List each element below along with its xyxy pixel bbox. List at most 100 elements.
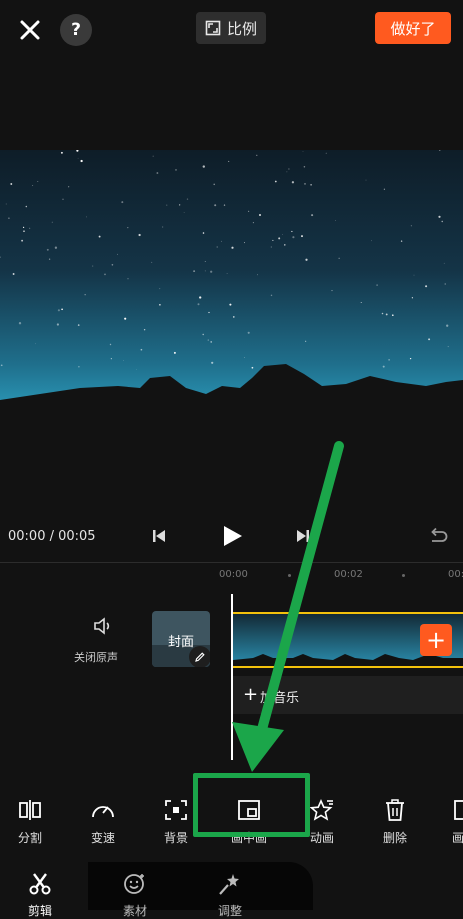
star: [301, 235, 303, 238]
star: [413, 274, 415, 276]
star: [186, 198, 189, 200]
mute-original-label: 关闭原声: [74, 651, 118, 664]
help-icon: ?: [71, 20, 81, 40]
star: [25, 205, 28, 208]
next-button[interactable]: [294, 527, 312, 549]
split-icon: [19, 800, 41, 820]
star: [85, 216, 87, 218]
star: [48, 258, 51, 260]
star: [127, 227, 129, 229]
close-button[interactable]: [14, 14, 46, 46]
star: [207, 339, 209, 341]
star: [23, 230, 25, 232]
star: [202, 165, 205, 168]
playhead[interactable]: [231, 594, 233, 760]
star: [80, 159, 83, 163]
play-button[interactable]: [220, 524, 244, 552]
tool-delete[interactable]: 删除: [365, 797, 425, 846]
star: [10, 183, 13, 185]
time-display: 00:00 / 00:05: [8, 529, 96, 544]
star: [35, 343, 37, 345]
star: [360, 302, 362, 303]
done-button[interactable]: 做好了: [375, 12, 451, 44]
star: [32, 185, 34, 186]
edit-cover-button[interactable]: [189, 646, 210, 667]
star: [278, 237, 281, 240]
star: [37, 181, 39, 183]
star: [210, 270, 213, 273]
star: [46, 248, 49, 251]
star: [173, 351, 176, 354]
video-preview[interactable]: [0, 150, 463, 418]
star: [292, 236, 295, 239]
nav-adjust[interactable]: 调整: [200, 872, 260, 919]
star: [244, 242, 245, 244]
nav-sticker[interactable]: 素材: [105, 872, 165, 919]
star: [223, 204, 226, 206]
cover-thumbnail[interactable]: 封面: [152, 611, 210, 667]
star: [391, 314, 394, 317]
star: [302, 151, 304, 153]
ratio-icon: [205, 20, 221, 36]
tool-label: 删除: [382, 831, 407, 845]
speed-icon: [92, 806, 114, 818]
star: [247, 331, 250, 334]
star: [183, 212, 185, 213]
star: [441, 220, 443, 223]
star: [78, 366, 80, 368]
star: [152, 155, 154, 157]
tool-label: 分割: [17, 831, 42, 845]
star: [159, 288, 161, 290]
ruler-tick-dot: [288, 574, 291, 577]
speaker-icon: [94, 617, 110, 635]
tool-speed[interactable]: 变速: [73, 797, 133, 846]
tool-split[interactable]: 分割: [0, 797, 60, 846]
star: [270, 294, 273, 297]
nav-label: 调整: [217, 904, 242, 918]
star: [57, 309, 60, 312]
add-clip-button[interactable]: +: [420, 624, 452, 656]
star: [303, 166, 306, 168]
animation-icon: [309, 799, 333, 821]
tool-label: 画面: [451, 831, 463, 845]
star: [135, 369, 137, 371]
nav-label: 素材: [122, 904, 147, 918]
star: [325, 152, 327, 154]
star: [446, 324, 449, 327]
star: [159, 304, 161, 306]
star: [98, 235, 101, 238]
star: [121, 201, 124, 204]
star: [8, 217, 10, 220]
star: [143, 328, 146, 331]
undo-icon: [431, 527, 448, 542]
star: [197, 303, 200, 306]
star: [56, 323, 60, 326]
star: [247, 210, 250, 213]
ratio-button[interactable]: 比例: [196, 12, 266, 44]
nav-edit[interactable]: 剪辑: [10, 872, 70, 919]
star: [210, 341, 213, 343]
star: [251, 366, 254, 369]
plus-icon: +: [243, 684, 259, 705]
star: [335, 220, 336, 221]
previous-button[interactable]: [150, 527, 168, 549]
star: [193, 270, 196, 272]
star: [204, 270, 206, 272]
star: [60, 151, 63, 154]
help-button[interactable]: ?: [60, 14, 92, 46]
star: [54, 246, 58, 249]
tool-frame[interactable]: 画面: [434, 797, 463, 846]
star: [331, 290, 333, 292]
highlight-box: [193, 773, 310, 837]
undo-button[interactable]: [428, 527, 448, 549]
star: [270, 246, 272, 248]
star: [256, 154, 258, 156]
star: [110, 358, 112, 360]
mute-original-button[interactable]: [80, 617, 126, 639]
star: [425, 285, 428, 288]
star: [231, 246, 234, 249]
star: [202, 232, 205, 234]
star: [111, 263, 114, 266]
star: [257, 274, 259, 276]
star: [305, 258, 308, 261]
